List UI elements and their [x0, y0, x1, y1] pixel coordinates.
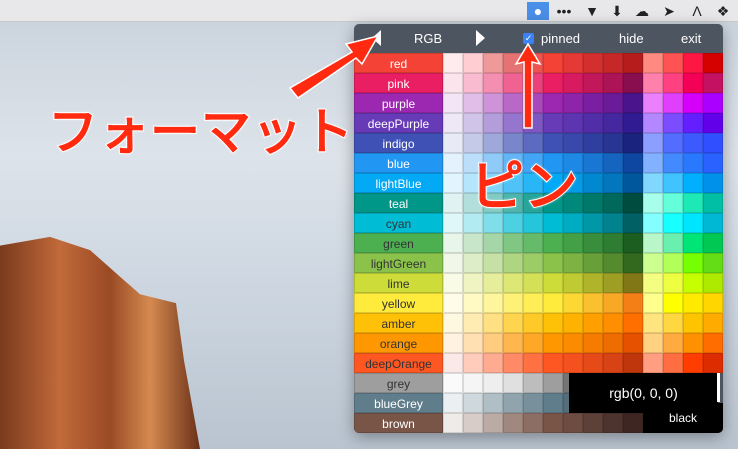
annotation-arrows	[288, 34, 542, 129]
format-arrow	[288, 34, 380, 100]
pin-arrow	[514, 42, 542, 129]
pin-annotation: ピン	[469, 156, 579, 218]
format-annotation: フォーマット	[47, 103, 354, 161]
